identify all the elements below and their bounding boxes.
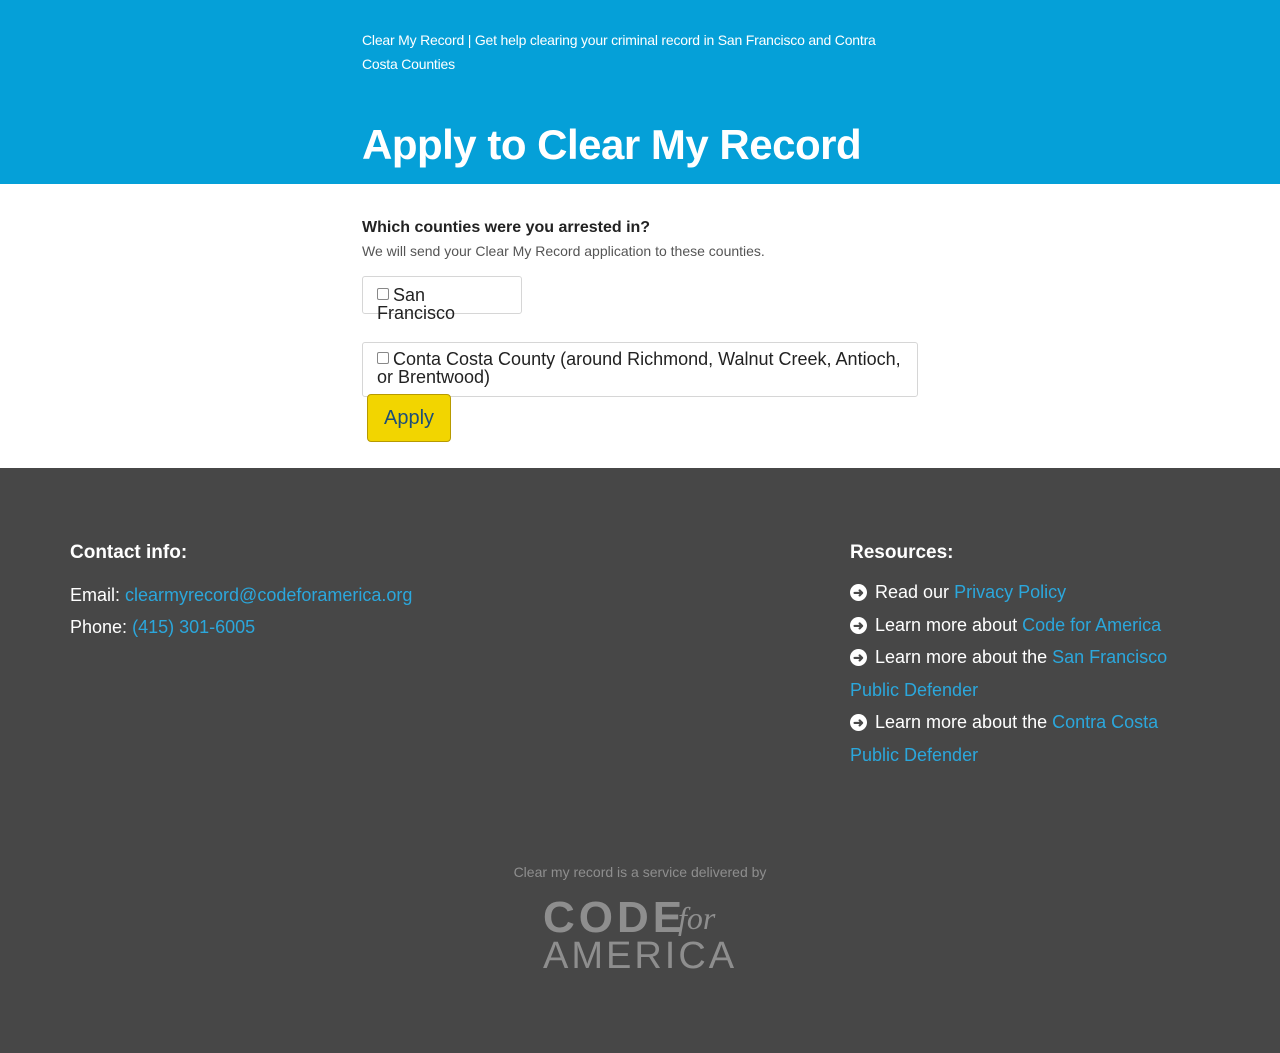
county-option-san-francisco[interactable]: San Francisco bbox=[362, 276, 522, 322]
resource-item: ➜ Read our Privacy Policy bbox=[850, 576, 1190, 609]
checkbox-contra-costa[interactable] bbox=[377, 352, 389, 364]
option-label: Conta Costa County (around Richmond, Wal… bbox=[377, 349, 901, 387]
resource-prefix: Learn more about the bbox=[875, 712, 1048, 732]
delivered-by-text: Clear my record is a service delivered b… bbox=[513, 864, 767, 880]
resources: Resources: ➜ Read our Privacy Policy ➜ Lea… bbox=[850, 541, 1190, 771]
resource-item: ➜ Learn more about Code for America bbox=[850, 609, 1190, 642]
checkbox-san-francisco[interactable] bbox=[377, 288, 389, 300]
apply-button[interactable]: Apply bbox=[367, 394, 451, 442]
contact-heading: Contact info: bbox=[70, 542, 188, 563]
logo-for: for bbox=[678, 900, 716, 936]
arrow-right-circle-icon: ➜ bbox=[850, 714, 867, 731]
logo-code: CODE bbox=[543, 893, 687, 942]
code-for-america-logo[interactable]: CODE for AMERICA bbox=[543, 893, 743, 977]
main-content: Which counties were you arrested in? We … bbox=[0, 184, 1280, 468]
county-form: Which counties were you arrested in? We … bbox=[362, 218, 918, 442]
phone-line: Phone: (415) 301-6005 bbox=[70, 611, 412, 643]
email-line: Email: clearmyrecord@codeforamerica.org bbox=[70, 579, 412, 611]
resource-prefix: Read our bbox=[875, 582, 950, 602]
page-title: Apply to Clear My Record bbox=[362, 121, 862, 168]
email-link[interactable]: clearmyrecord@codeforamerica.org bbox=[125, 585, 412, 605]
logo-america: AMERICA bbox=[543, 935, 738, 977]
arrow-right-circle-icon: ➜ bbox=[850, 649, 867, 666]
arrow-right-circle-icon: ➜ bbox=[850, 616, 867, 634]
privacy-policy-link[interactable]: Privacy Policy bbox=[954, 582, 1066, 602]
county-option-contra-costa[interactable]: Conta Costa County (around Richmond, Wal… bbox=[362, 342, 918, 397]
resources-list: ➜ Read our Privacy Policy ➜ Learn more abo… bbox=[850, 576, 1190, 771]
question-help: We will send your Clear My Record applic… bbox=[362, 243, 765, 259]
resource-prefix: Learn more about the bbox=[875, 647, 1048, 667]
phone-link[interactable]: (415) 301-6005 bbox=[132, 617, 255, 637]
site-footer: Contact info: Email: clearmyrecord@codef… bbox=[0, 468, 1280, 1053]
site-title[interactable]: Clear My Record | Get help clearing your… bbox=[362, 28, 902, 76]
phone-label: Phone: bbox=[70, 617, 128, 637]
code-for-america-link[interactable]: Code for America bbox=[1022, 615, 1161, 635]
resource-prefix: Learn more about bbox=[875, 614, 1018, 635]
email-label: Email: bbox=[70, 585, 121, 605]
question-label: Which counties were you arrested in? bbox=[362, 219, 651, 236]
resource-item: ➜ Learn more about the Contra Costa Publi… bbox=[850, 706, 1190, 771]
contact-info: Contact info: Email: clearmyrecord@codef… bbox=[70, 541, 412, 643]
resources-heading: Resources: bbox=[850, 542, 954, 563]
arrow-right-circle-icon: ➜ bbox=[850, 584, 867, 601]
site-header: Clear My Record | Get help clearing your… bbox=[0, 0, 1280, 184]
resource-item: ➜ Learn more about the San Francisco Publ… bbox=[850, 641, 1190, 706]
